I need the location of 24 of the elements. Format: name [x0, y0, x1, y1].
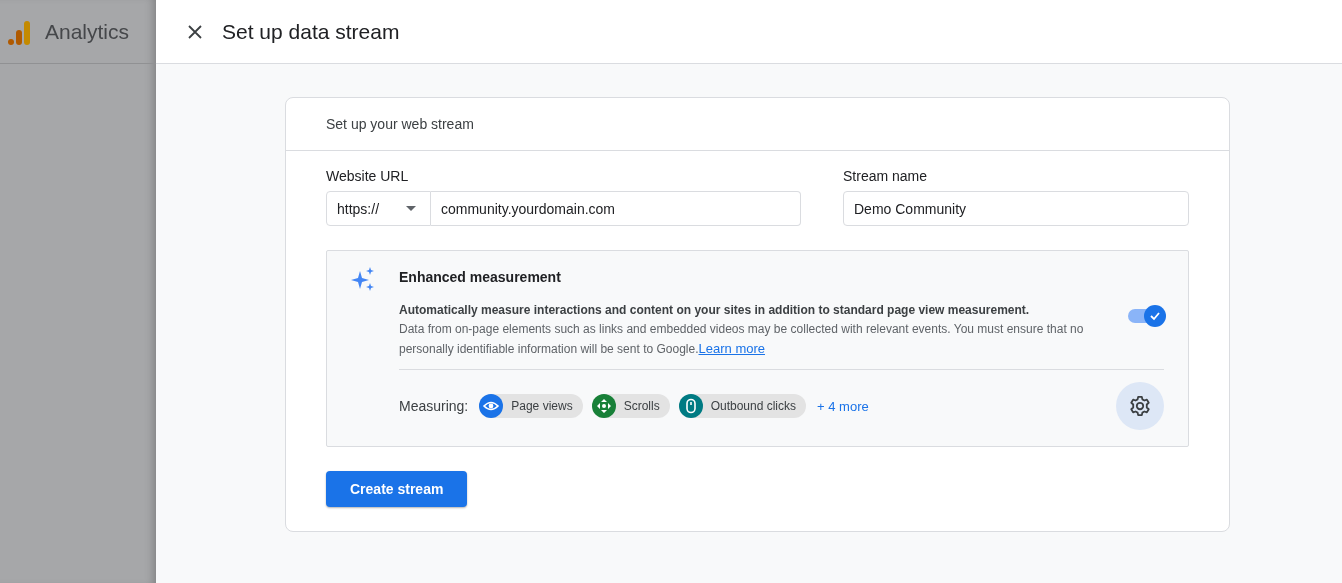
protocol-dropdown[interactable]: https:// — [326, 191, 431, 226]
app-name: Analytics — [45, 19, 130, 44]
description-lead: Automatically measure interactions and content on your sites in addition to standard page view measurement. — [399, 303, 1031, 317]
more-link[interactable]: + 4 more — [817, 398, 869, 414]
measurement-chip: Outbound clicks — [678, 394, 807, 418]
stream-name-field[interactable]: Demo Community — [843, 191, 1189, 226]
section-title: Enhanced measurement — [399, 269, 562, 285]
close-icon — [188, 24, 202, 39]
settings-icon — [1129, 395, 1151, 417]
create-stream-button[interactable]: Create stream — [326, 471, 468, 507]
measuring-label: Measuring: — [399, 398, 469, 414]
card-title: Set up your web stream — [326, 116, 474, 132]
check-icon — [1149, 310, 1161, 322]
caret-icon — [406, 206, 416, 211]
settings-button[interactable] — [1116, 382, 1164, 430]
learn-more-link[interactable]: Learn more — [698, 341, 765, 356]
description-text: Data from on-page elements such as links and embedded videos may be collected with relevant events. You must ensure that no personally identifiable information will be sent to Google.Learn more — [399, 321, 1085, 358]
field-label: Stream name — [843, 168, 929, 184]
measurement-chip: Scrolls — [591, 394, 670, 418]
sparkle-icon — [351, 267, 375, 291]
url-field[interactable]: community.yourdomain.com — [431, 191, 801, 226]
dialog-title: Set up data stream — [222, 19, 400, 44]
measurement-chip: Page views — [479, 394, 583, 418]
field-label: Website URL — [326, 168, 410, 184]
